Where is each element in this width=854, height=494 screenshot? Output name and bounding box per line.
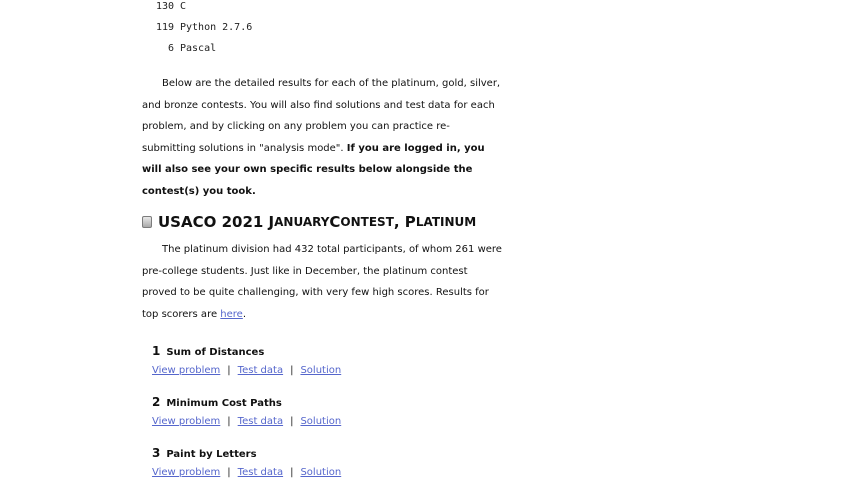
view-problem-link[interactable]: View problem	[152, 416, 220, 427]
top-scorers-link[interactable]: here	[220, 309, 243, 320]
language-row: 130 C	[142, 0, 502, 21]
intro-paragraph: Below are the detailed results for each …	[142, 73, 502, 202]
solution-link[interactable]: Solution	[300, 467, 341, 478]
problem-links: View problem | Test data | Solution	[152, 365, 342, 376]
problem-title: 2 Minimum Cost Paths	[152, 395, 282, 409]
language-count: 119	[155, 22, 174, 33]
problem-links: View problem | Test data | Solution	[152, 467, 342, 478]
language-row: 119 Python 2.7.6	[142, 21, 502, 42]
language-name: C	[180, 1, 187, 12]
test-data-link[interactable]: Test data	[238, 467, 283, 478]
language-name: Python 2.7.6	[180, 22, 253, 33]
solution-link[interactable]: Solution	[300, 365, 341, 376]
problem-item: 2 Minimum Cost Paths View problem | Test da…	[152, 392, 502, 432]
language-name: Pascal	[180, 43, 217, 54]
view-problem-link[interactable]: View problem	[152, 467, 220, 478]
platinum-medal-icon	[142, 216, 152, 228]
section-title: USACO 2021 J ANUARY C ONTEST, P LATINUM	[142, 210, 502, 234]
language-count: 130	[155, 1, 174, 12]
problem-title: 1 Sum of Distances	[152, 344, 265, 358]
section-description: The platinum division had 432 total part…	[142, 244, 502, 320]
language-count: 6	[167, 43, 174, 54]
test-data-link[interactable]: Test data	[238, 416, 283, 427]
language-row: 6 Pascal	[142, 42, 502, 63]
problem-title: 3 Paint by Letters	[152, 446, 257, 460]
problem-item: 3 Paint by Letters View problem | Test data…	[152, 443, 502, 483]
view-problem-link[interactable]: View problem	[152, 365, 220, 376]
problem-list: 1 Sum of Distances View problem | Test data…	[152, 341, 502, 483]
solution-link[interactable]: Solution	[300, 416, 341, 427]
problem-links: View problem | Test data | Solution	[152, 416, 342, 427]
test-data-link[interactable]: Test data	[238, 365, 283, 376]
problem-item: 1 Sum of Distances View problem | Test data…	[152, 341, 502, 381]
language-count-list: 130 C 119 Python 2.7.6 6 Pascal	[142, 0, 502, 63]
main-content: 130 C 119 Python 2.7.6 6 Pascal Below are t…	[142, 0, 502, 494]
